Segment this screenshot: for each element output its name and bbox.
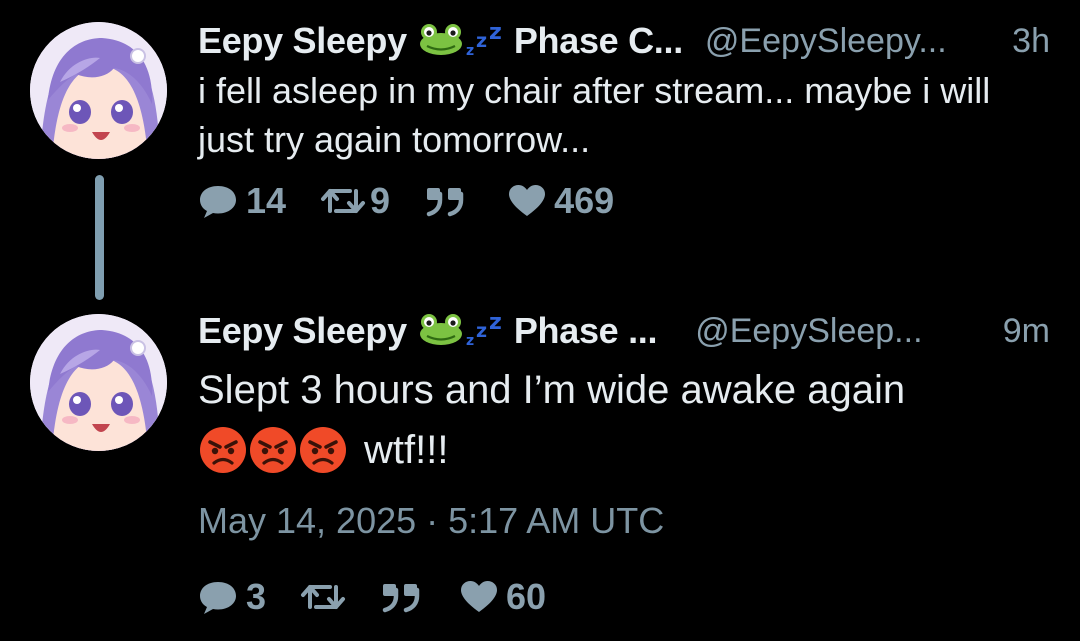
- quote-icon: [382, 584, 420, 613]
- avatar-image: [30, 22, 167, 159]
- reply-count: 3: [246, 576, 267, 617]
- retweet-button[interactable]: 9: [320, 180, 390, 222]
- speech-bubble-icon: [200, 186, 236, 218]
- tweet-text: Slept 3 hours and I’m wide awake again w…: [198, 360, 1050, 480]
- tweet-text: i fell asleep in my chair after stream..…: [198, 70, 991, 160]
- svg-text:z: z: [466, 333, 474, 349]
- display-name[interactable]: Eepy Sleepy: [198, 310, 407, 352]
- reply-button[interactable]: 14: [198, 180, 286, 222]
- like-button[interactable]: 469: [508, 180, 614, 222]
- quote-button[interactable]: [380, 580, 422, 614]
- avatar-image: [30, 314, 167, 451]
- display-name[interactable]: Eepy Sleepy: [198, 20, 407, 62]
- tweet-header: Eepy Sleepy z z z: [198, 308, 1050, 354]
- svg-text:z: z: [476, 30, 487, 52]
- display-name-suffix[interactable]: Phase C...: [514, 20, 683, 62]
- zzz-emoji: z z z: [464, 309, 508, 354]
- quote-button[interactable]: [424, 184, 466, 218]
- retweet-count: 9: [370, 180, 391, 221]
- avatar[interactable]: [30, 22, 167, 159]
- tweet-text-line: wtf!!!: [198, 420, 1050, 480]
- reply-count: 14: [246, 180, 287, 221]
- display-name-suffix[interactable]: Phase ...: [514, 310, 658, 352]
- avatar[interactable]: [30, 314, 167, 451]
- svg-text:z: z: [466, 43, 474, 59]
- zzz-emoji: z z z: [464, 19, 508, 64]
- tweet-header: Eepy Sleepy z z z: [198, 18, 1050, 64]
- user-handle[interactable]: @EepySleepy...: [705, 22, 947, 61]
- speech-bubble-icon: [200, 582, 236, 614]
- angry-face-emoji: [250, 427, 296, 473]
- tweet-thread: Eepy Sleepy z z z Phase C... @EepySleepy…: [0, 0, 1080, 641]
- reply-button[interactable]: 3: [198, 576, 266, 618]
- tweet-actions: 3 60: [198, 576, 1050, 618]
- tweet-text-tail: wtf!!!: [364, 428, 449, 472]
- tweet-timestamp[interactable]: May 14, 2025 · 5:17 AM UTC: [198, 500, 1050, 542]
- heart-icon: [509, 185, 546, 216]
- tweet-time[interactable]: 9m: [1003, 312, 1050, 351]
- svg-text:z: z: [489, 20, 502, 45]
- tweet-time[interactable]: 3h: [1012, 22, 1050, 61]
- tweet-actions: 14 9 469: [198, 180, 1050, 222]
- frog-emoji: [419, 22, 463, 61]
- svg-text:z: z: [476, 320, 487, 342]
- svg-text:z: z: [489, 310, 502, 335]
- quote-icon: [426, 188, 464, 217]
- heart-icon: [461, 581, 498, 612]
- retweet-icon: [301, 585, 346, 609]
- retweet-icon: [321, 189, 366, 213]
- user-handle[interactable]: @EepySleep...: [695, 312, 922, 351]
- like-count: 469: [554, 180, 615, 221]
- angry-face-emoji: [200, 427, 246, 473]
- retweet-button[interactable]: [300, 580, 346, 614]
- tweet-text-line: Slept 3 hours and I’m wide awake again: [198, 368, 906, 412]
- tweet[interactable]: Eepy Sleepy z z z: [198, 308, 1050, 618]
- frog-emoji: [419, 312, 463, 351]
- like-button[interactable]: 60: [460, 576, 546, 618]
- tweet[interactable]: Eepy Sleepy z z z: [198, 18, 1050, 222]
- angry-face-emoji: [300, 427, 346, 473]
- thread-connector-line: [95, 175, 104, 300]
- like-count: 60: [506, 576, 547, 617]
